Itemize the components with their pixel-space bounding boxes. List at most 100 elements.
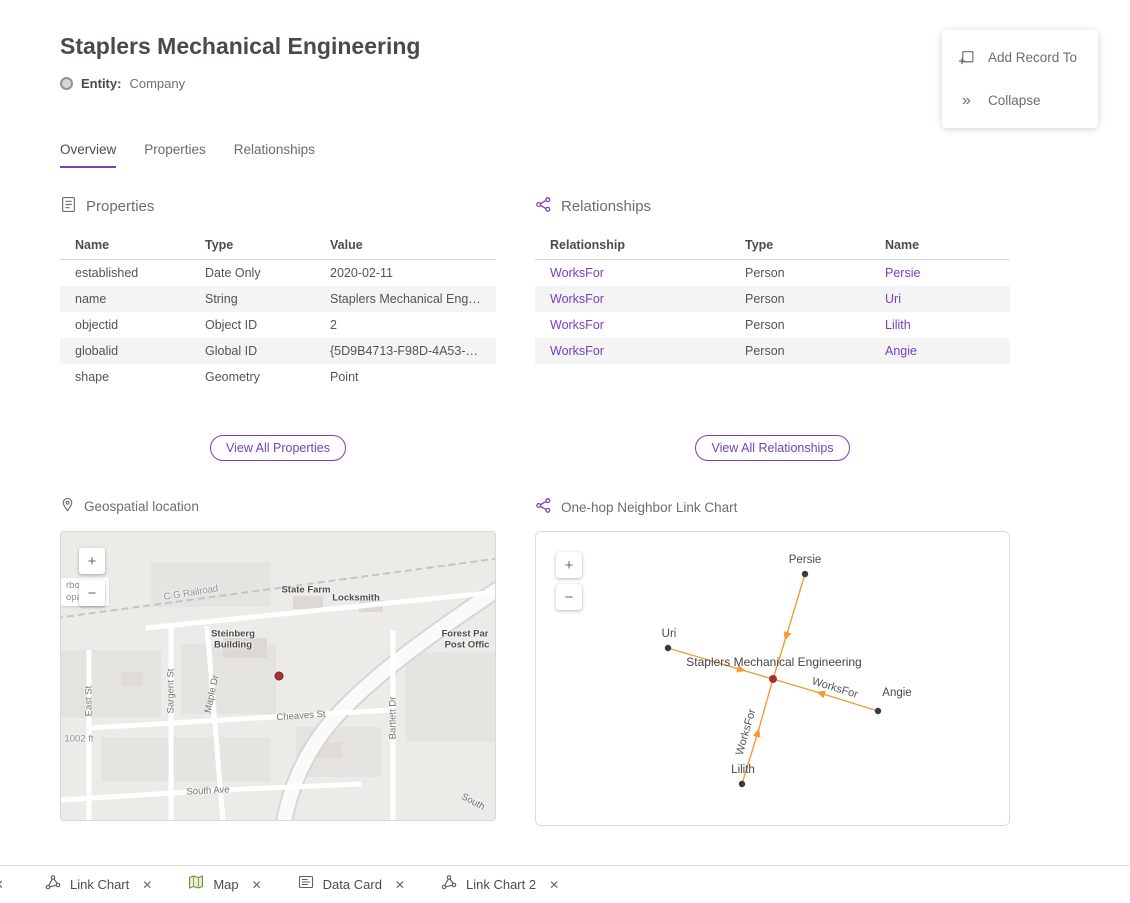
menu-item-add-record-to[interactable]: Add Record To [942, 36, 1098, 79]
entity-value: Company [129, 76, 185, 91]
bottom-tab-bar: ✕ Link Chart ✕ Map ✕ [0, 865, 1130, 903]
cell-value: 2020-02-11 [315, 260, 496, 287]
entity-link[interactable]: Angie [870, 338, 1010, 364]
relationship-link[interactable]: WorksFor [535, 286, 730, 312]
cell-name: established [60, 260, 190, 287]
node-persie[interactable] [802, 571, 808, 577]
close-icon[interactable]: ✕ [142, 878, 152, 892]
view-all-properties-button[interactable]: View All Properties [210, 435, 346, 461]
table-row: WorksFor Person Persie [535, 260, 1010, 287]
bottom-tab-link-chart-2[interactable]: Link Chart 2 ✕ [441, 874, 559, 895]
bottom-tab-label: Data Card [323, 877, 382, 892]
tab-bar: Overview Properties Relationships [60, 142, 315, 168]
node-label: Persie [789, 554, 822, 566]
map-label-street: Sargent St [166, 669, 177, 714]
tab-overview[interactable]: Overview [60, 142, 116, 168]
table-header-row: Relationship Type Name [535, 231, 1010, 260]
geospatial-section-title: Geospatial location [84, 499, 199, 514]
relationships-section-title: Relationships [561, 198, 651, 215]
menu-item-label: Collapse [988, 93, 1041, 108]
location-marker[interactable] [275, 672, 283, 680]
data-card-tab-icon [298, 874, 314, 895]
bottom-tab-map[interactable]: Map ✕ [188, 874, 261, 895]
tab-properties[interactable]: Properties [144, 142, 206, 168]
table-row: WorksFor Person Lilith [535, 312, 1010, 338]
column-header: Name [870, 231, 1010, 260]
map-label-street: Bartlett Dr [388, 697, 399, 740]
node-angie[interactable] [875, 708, 881, 714]
table-row: shape Geometry Point [60, 364, 496, 390]
node-label: Lilith [731, 764, 755, 776]
map-canvas[interactable]: + − rbour opaedics C G Railroad State Fa… [60, 531, 496, 821]
zoom-in-button[interactable]: + [556, 552, 582, 578]
cell-value: {5D9B4713-F98D-4A53-… [315, 338, 496, 364]
relationship-link[interactable]: WorksFor [535, 338, 730, 364]
entity-link[interactable]: Persie [870, 260, 1010, 287]
table-row: globalid Global ID {5D9B4713-F98D-4A53-… [60, 338, 496, 364]
center-node-label: Staplers Mechanical Engineering [686, 655, 861, 669]
map-label-poi: State Farm [281, 585, 330, 596]
properties-section: Properties Name Type Value established D… [60, 196, 496, 390]
relationships-section: Relationships Relationship Type Name Wor… [535, 196, 1010, 364]
zoom-out-button[interactable]: − [79, 580, 105, 606]
column-header: Type [730, 231, 870, 260]
bottom-tab-label: Link Chart 2 [466, 877, 536, 892]
link-chart-graph: WorksFor WorksFor Persie Uri Angie Lilit… [536, 532, 1010, 826]
entity-link[interactable]: Uri [870, 286, 1010, 312]
map-zoom-control: + − [79, 548, 105, 606]
column-header: Name [60, 231, 190, 260]
data-card-page: Staplers Mechanical Engineering Entity: … [0, 0, 1130, 903]
cell-name: objectid [60, 312, 190, 338]
relationships-table: Relationship Type Name WorksFor Person P… [535, 231, 1010, 364]
entity-row: Entity: Company [60, 76, 185, 91]
cell-value: 2 [315, 312, 496, 338]
menu-item-collapse[interactable]: » Collapse [942, 79, 1098, 122]
map-label-poi: Post Offic [445, 640, 490, 651]
relationship-link[interactable]: WorksFor [535, 260, 730, 287]
column-header: Type [190, 231, 315, 260]
map-label-street: South Ave [186, 784, 230, 797]
cell-type: Person [730, 286, 870, 312]
table-row: established Date Only 2020-02-11 [60, 260, 496, 287]
bottom-tab-link-chart[interactable]: Link Chart ✕ [45, 874, 152, 895]
node-uri[interactable] [665, 645, 671, 651]
double-chevron-right-icon: » [958, 93, 975, 109]
bottom-tab-label: Map [213, 877, 238, 892]
cell-name: globalid [60, 338, 190, 364]
link-chart-icon [535, 497, 552, 517]
relationship-link[interactable]: WorksFor [535, 312, 730, 338]
cell-type: Date Only [190, 260, 315, 287]
map-tab-icon [188, 874, 204, 895]
link-chart-section: One-hop Neighbor Link Chart WorksFor Wor… [535, 497, 1010, 826]
cell-name: shape [60, 364, 190, 390]
entity-link[interactable]: Lilith [870, 312, 1010, 338]
context-menu: Add Record To » Collapse [942, 30, 1098, 128]
node-center-company[interactable] [769, 675, 777, 683]
node-lilith[interactable] [739, 781, 745, 787]
zoom-in-button[interactable]: + [79, 548, 105, 574]
bottom-tab-data-card[interactable]: Data Card ✕ [298, 874, 405, 895]
column-header: Value [315, 231, 496, 260]
close-icon[interactable]: ✕ [0, 877, 9, 893]
properties-icon [60, 196, 77, 217]
link-chart-canvas[interactable]: WorksFor WorksFor Persie Uri Angie Lilit… [535, 531, 1010, 826]
close-icon[interactable]: ✕ [252, 878, 262, 892]
cell-value: Point [315, 364, 496, 390]
close-icon[interactable]: ✕ [395, 878, 405, 892]
properties-section-title: Properties [86, 198, 154, 215]
close-icon[interactable]: ✕ [549, 878, 559, 892]
cell-type: Global ID [190, 338, 315, 364]
view-all-relationships-button[interactable]: View All Relationships [695, 435, 849, 461]
table-row: objectid Object ID 2 [60, 312, 496, 338]
menu-item-label: Add Record To [988, 50, 1077, 65]
add-record-icon [958, 49, 975, 66]
cell-type: Person [730, 338, 870, 364]
cell-type: Person [730, 260, 870, 287]
map-label-poi: Building [214, 640, 252, 651]
tab-relationships[interactable]: Relationships [234, 142, 315, 168]
bottom-tab-label: Link Chart [70, 877, 129, 892]
map-label-poi: Locksmith [332, 593, 380, 604]
link-chart-tab-icon [45, 874, 61, 895]
zoom-out-button[interactable]: − [556, 584, 582, 610]
cell-name: name [60, 286, 190, 312]
